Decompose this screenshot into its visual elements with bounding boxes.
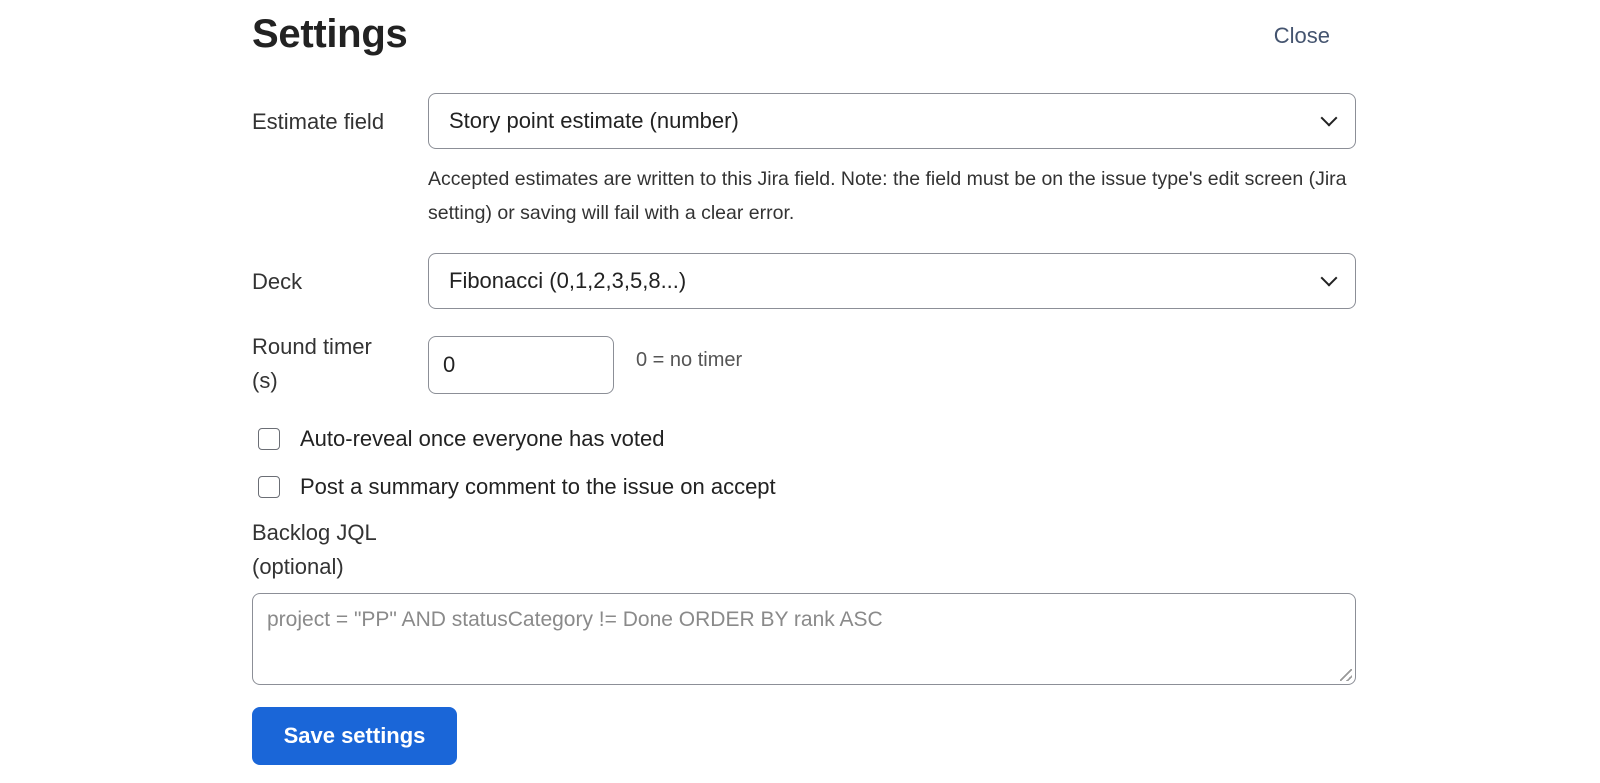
round-timer-label: Round timer (s) xyxy=(252,330,372,398)
post-summary-checkbox[interactable] xyxy=(258,476,280,498)
chevron-down-icon xyxy=(1320,269,1338,287)
settings-panel: Settings Close Estimate field Story poin… xyxy=(252,0,1356,783)
round-timer-label-line2: (s) xyxy=(252,368,278,393)
estimate-field-select[interactable]: Story point estimate (number) xyxy=(428,93,1356,149)
deck-selected-value: Fibonacci (0,1,2,3,5,8...) xyxy=(449,268,687,293)
round-timer-input[interactable] xyxy=(428,336,614,394)
estimate-field-selected-value: Story point estimate (number) xyxy=(449,108,739,133)
post-summary-label: Post a summary comment to the issue on a… xyxy=(300,474,776,499)
round-timer-label-line1: Round timer xyxy=(252,334,372,359)
post-summary-option[interactable]: Post a summary comment to the issue on a… xyxy=(258,474,776,500)
backlog-jql-label-line2: (optional) xyxy=(252,554,344,579)
chevron-down-icon xyxy=(1320,109,1338,127)
auto-reveal-option[interactable]: Auto-reveal once everyone has voted xyxy=(258,426,664,452)
auto-reveal-label: Auto-reveal once everyone has voted xyxy=(300,426,665,451)
resize-handle-icon[interactable] xyxy=(1340,669,1352,681)
deck-select[interactable]: Fibonacci (0,1,2,3,5,8...) xyxy=(428,253,1356,309)
estimate-field-label: Estimate field xyxy=(252,109,385,134)
deck-label: Deck xyxy=(252,269,303,294)
close-button[interactable]: Close xyxy=(1274,18,1330,54)
round-timer-hint: 0 = no timer xyxy=(636,349,743,371)
backlog-jql-label: Backlog JQL (optional) xyxy=(252,516,377,584)
page-title: Settings xyxy=(252,12,408,56)
backlog-jql-label-line1: Backlog JQL xyxy=(252,520,377,545)
auto-reveal-checkbox[interactable] xyxy=(258,428,280,450)
estimate-field-help-text: Accepted estimates are written to this J… xyxy=(428,168,1347,224)
save-settings-button[interactable]: Save settings xyxy=(252,707,457,765)
backlog-jql-textarea[interactable] xyxy=(252,593,1356,685)
